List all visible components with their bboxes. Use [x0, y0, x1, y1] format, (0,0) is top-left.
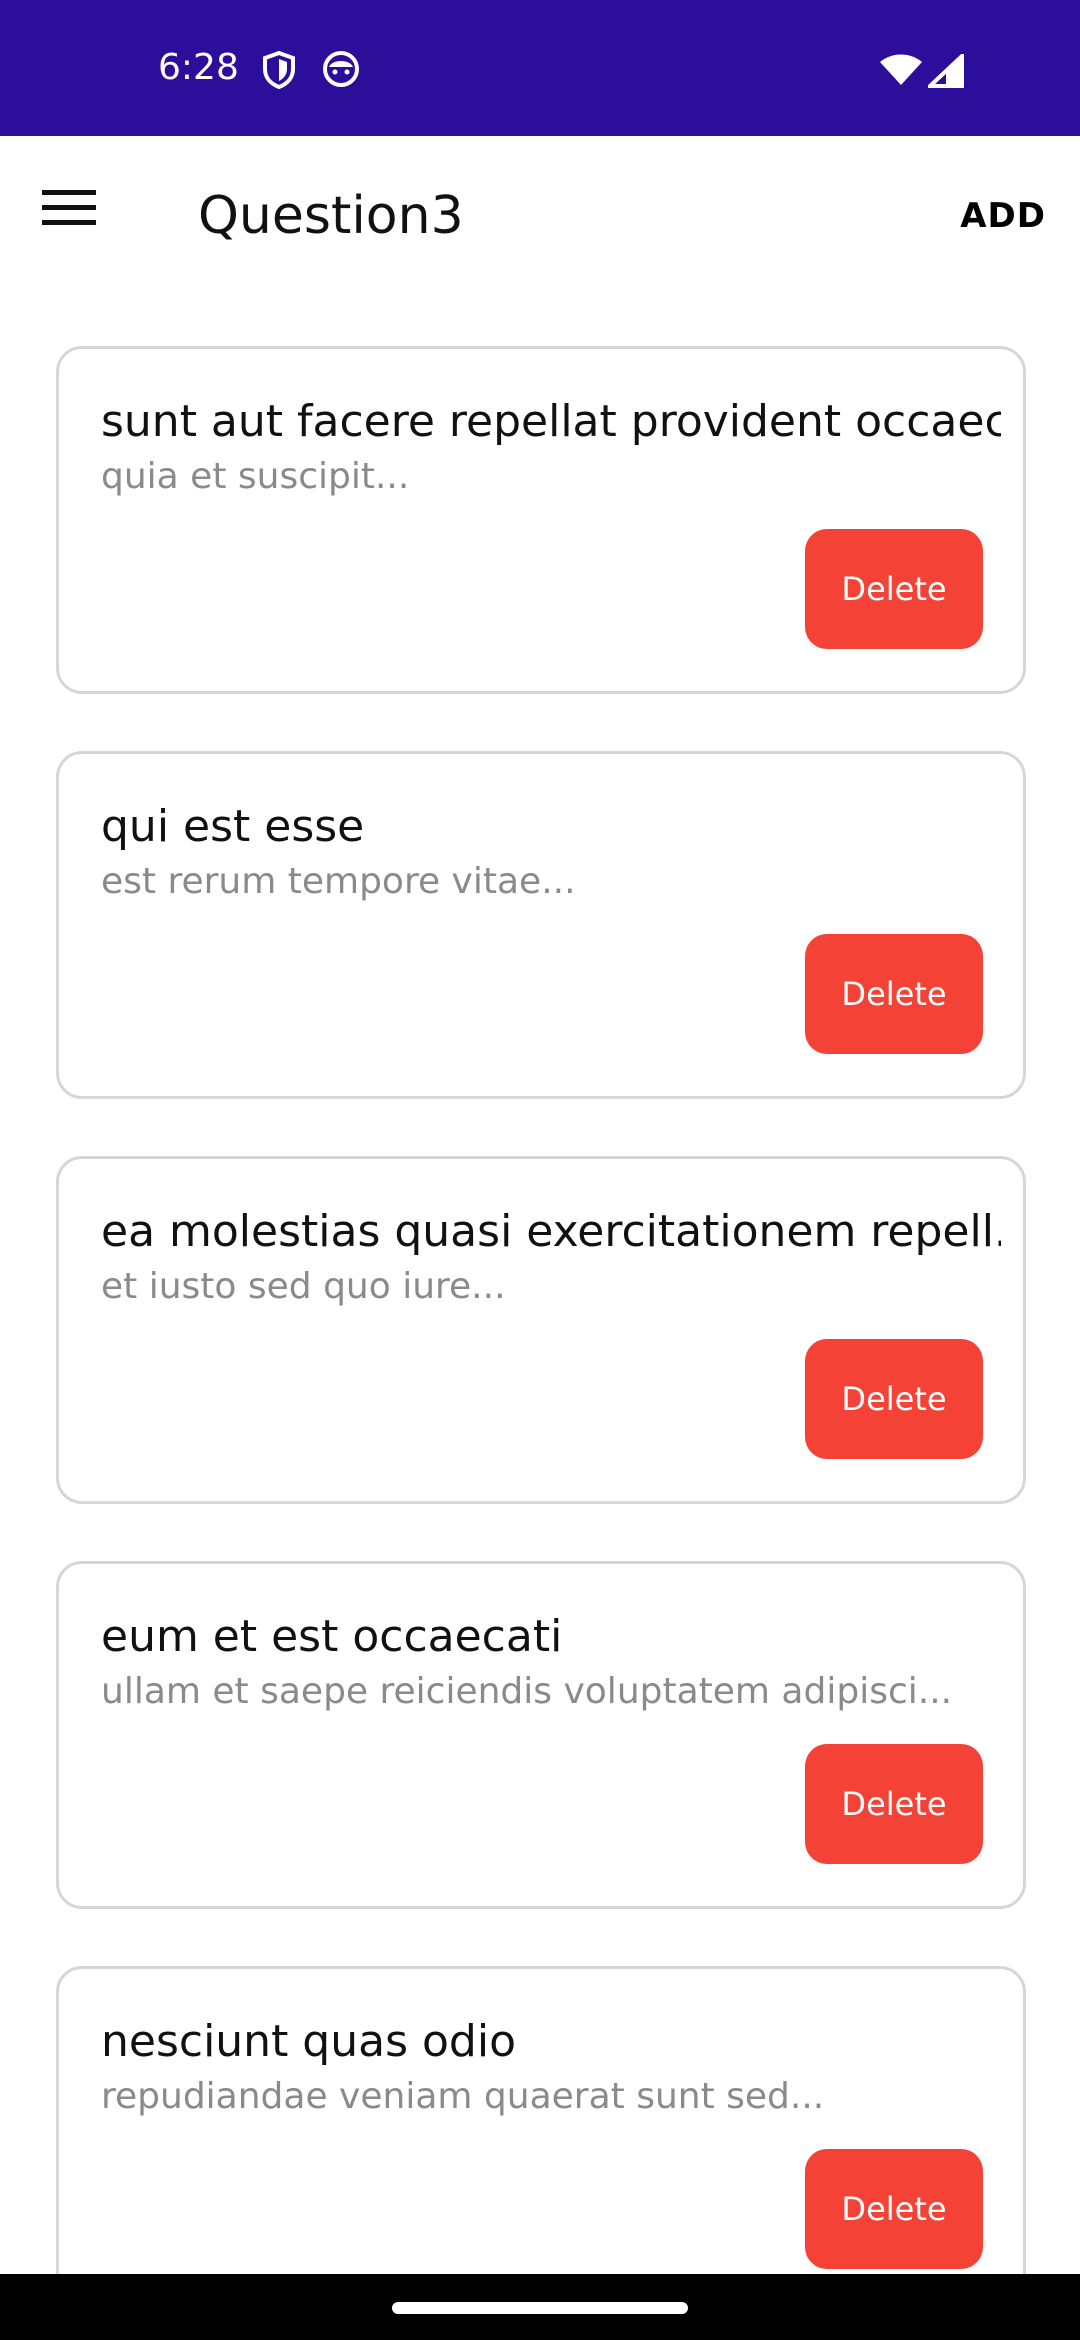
delete-button[interactable]: Delete — [805, 1744, 983, 1864]
post-card[interactable]: qui est esse est rerum tempore vitae... … — [56, 751, 1026, 1099]
post-subtitle: quia et suscipit... — [101, 456, 410, 497]
post-card[interactable]: nesciunt quas odio repudiandae veniam qu… — [56, 1966, 1026, 2274]
status-bar: 6:28 — [0, 0, 1080, 136]
menu-button[interactable] — [42, 188, 112, 244]
post-title: nesciunt quas odio — [101, 2016, 516, 2067]
post-card[interactable]: ea molestias quasi exercitationem repell… — [56, 1156, 1026, 1504]
post-subtitle: repudiandae veniam quaerat sunt sed... — [101, 2076, 825, 2117]
post-title: eum et est occaecati — [101, 1611, 563, 1662]
post-subtitle: et iusto sed quo iure... — [101, 1266, 506, 1307]
cellular-signal-icon — [924, 51, 964, 93]
status-time: 6:28 — [158, 47, 239, 88]
hamburger-menu-icon — [42, 190, 96, 225]
add-button[interactable]: ADD — [960, 194, 1046, 238]
shield-icon — [262, 50, 296, 95]
post-subtitle: ullam et saepe reiciendis voluptatem adi… — [101, 1671, 953, 1712]
delete-button[interactable]: Delete — [805, 934, 983, 1054]
navigation-bar — [0, 2274, 1080, 2340]
app-bar: Question3 ADD — [0, 136, 1080, 296]
delete-button[interactable]: Delete — [805, 2149, 983, 2269]
post-list[interactable]: sunt aut facere repellat provident occae… — [56, 346, 1026, 2274]
delete-button[interactable]: Delete — [805, 529, 983, 649]
post-title: ea molestias quasi exercitationem repell… — [101, 1206, 1001, 1257]
post-subtitle: est rerum tempore vitae... — [101, 861, 576, 902]
home-gesture-handle[interactable] — [392, 2302, 688, 2314]
notification-face-icon — [322, 50, 360, 93]
post-card[interactable]: sunt aut facere repellat provident occae… — [56, 346, 1026, 694]
post-title: qui est esse — [101, 801, 365, 852]
post-card[interactable]: eum et est occaecati ullam et saepe reic… — [56, 1561, 1026, 1909]
delete-button[interactable]: Delete — [805, 1339, 983, 1459]
page-title: Question3 — [198, 186, 464, 246]
wifi-icon — [880, 54, 922, 91]
post-title: sunt aut facere repellat provident occae… — [101, 396, 1001, 447]
